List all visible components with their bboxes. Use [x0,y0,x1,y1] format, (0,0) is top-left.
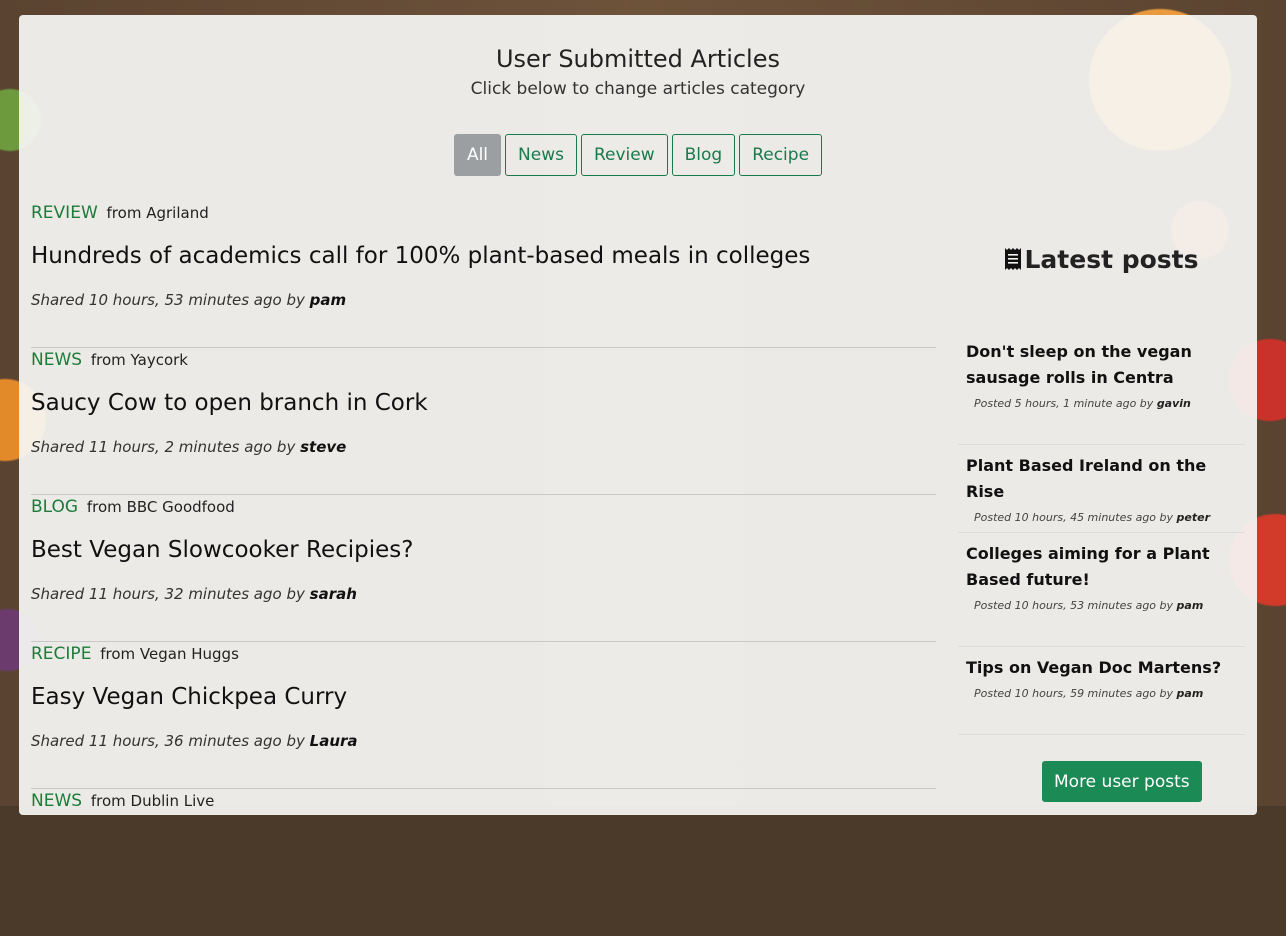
article-shared-info: Shared 11 hours, 32 minutes ago by sarah [31,585,357,603]
article-meta: RECIPE from Vegan Huggs [31,644,239,664]
article-category: NEWS [31,791,83,811]
page-subtitle: Click below to change articles category [470,79,806,99]
articles-panel: User Submitted Articles Click below to c… [19,15,1257,815]
latest-post-meta-text: Posted 10 hours, 53 minutes ago by [974,599,1174,612]
latest-post-title-link[interactable]: Tips on Vegan Doc Martens? [966,655,1237,681]
article-category: REVIEW [31,203,98,223]
article-from-label: from [90,351,126,369]
latest-post-item: Tips on Vegan Doc Martens? Posted 10 hou… [958,647,1245,735]
article-title-link[interactable]: Saucy Cow to open branch in Cork [31,390,428,416]
article-shared-text: Shared 11 hours, 32 minutes ago by [31,585,305,603]
latest-post-user: gavin [1156,397,1191,410]
article-from-label: from [100,645,136,663]
article-source: Yaycork [130,351,188,369]
article-item: NEWS from Dublin Live [31,789,936,936]
latest-post-meta: Posted 10 hours, 45 minutes ago by peter [974,511,1237,524]
article-title-link[interactable]: Hundreds of academics call for 100% plan… [31,243,810,269]
article-shared-text: Shared 11 hours, 2 minutes ago by [31,438,296,456]
filter-blog-button[interactable]: Blog [671,134,736,176]
article-source: BBC Goodfood [126,498,235,516]
category-filters: All News Review Blog Recipe [19,134,1257,176]
latest-post-user: peter [1176,511,1211,524]
article-meta: NEWS from Dublin Live [31,791,214,811]
more-user-posts-button[interactable]: More user posts [1042,761,1202,802]
latest-post-user: pam [1176,687,1204,700]
filter-all-button[interactable]: All [453,134,502,176]
latest-post-meta-text: Posted 10 hours, 59 minutes ago by [974,687,1174,700]
latest-post-user: pam [1176,599,1204,612]
latest-post-meta: Posted 10 hours, 53 minutes ago by pam [974,599,1237,612]
article-shared-info: Shared 10 hours, 53 minutes ago by pam [31,291,346,309]
latest-post-title-link[interactable]: Plant Based Ireland on the Rise [966,453,1237,505]
article-from-label: from [106,204,142,222]
article-meta: REVIEW from Agriland [31,203,209,223]
article-category: BLOG [31,497,79,517]
article-meta: NEWS from Yaycork [31,350,188,370]
latest-post-meta: Posted 5 hours, 1 minute ago by gavin [974,397,1237,410]
article-meta: BLOG from BBC Goodfood [31,497,235,517]
article-shared-text: Shared 11 hours, 36 minutes ago by [31,732,305,750]
article-user: sarah [309,585,357,603]
latest-post-meta: Posted 10 hours, 59 minutes ago by pam [974,687,1237,700]
filter-recipe-button[interactable]: Recipe [739,134,823,176]
article-from-label: from [86,498,122,516]
article-category: RECIPE [31,644,92,664]
article-title-link[interactable]: Easy Vegan Chickpea Curry [31,684,347,710]
article-title-link[interactable]: Best Vegan Slowcooker Recipies? [31,537,413,563]
article-item: BLOG from BBC Goodfood Best Vegan Slowco… [31,495,936,642]
article-source: Dublin Live [130,792,215,810]
article-from-label: from [90,792,126,810]
latest-post-title-link[interactable]: Don't sleep on the vegan sausage rolls i… [966,339,1237,391]
article-shared-info: Shared 11 hours, 36 minutes ago by Laura [31,732,358,750]
article-user: steve [300,438,347,456]
latest-post-title-link[interactable]: Colleges aiming for a Plant Based future… [966,541,1237,593]
latest-posts-label: Latest posts [1024,244,1199,274]
article-user: Laura [309,732,358,750]
article-list: REVIEW from Agriland Hundreds of academi… [31,201,936,936]
latest-posts-list: Don't sleep on the vegan sausage rolls i… [958,331,1245,735]
latest-post-item: Don't sleep on the vegan sausage rolls i… [958,331,1245,445]
article-category: NEWS [31,350,83,370]
filter-news-button[interactable]: News [505,134,577,176]
article-item: REVIEW from Agriland Hundreds of academi… [31,201,936,348]
article-source: Agriland [146,204,209,222]
article-item: NEWS from Yaycork Saucy Cow to open bran… [31,348,936,495]
latest-post-item: Colleges aiming for a Plant Based future… [958,533,1245,647]
article-shared-info: Shared 11 hours, 2 minutes ago by steve [31,438,346,456]
article-user: pam [309,291,347,309]
page-title: User Submitted Articles [495,45,780,73]
article-shared-text: Shared 10 hours, 53 minutes ago by [31,291,305,309]
latest-posts-heading: Latest posts [958,241,1245,277]
article-item: RECIPE from Vegan Huggs Easy Vegan Chick… [31,642,936,789]
latest-post-item: Plant Based Ireland on the Rise Posted 1… [958,445,1245,533]
latest-post-meta-text: Posted 5 hours, 1 minute ago by [974,397,1154,410]
latest-posts-sidebar: Latest posts Don't sleep on the vegan sa… [958,241,1245,802]
receipt-icon [1005,248,1022,270]
latest-post-meta-text: Posted 10 hours, 45 minutes ago by [974,511,1174,524]
filter-review-button[interactable]: Review [580,134,668,176]
article-source: Vegan Huggs [139,645,239,663]
